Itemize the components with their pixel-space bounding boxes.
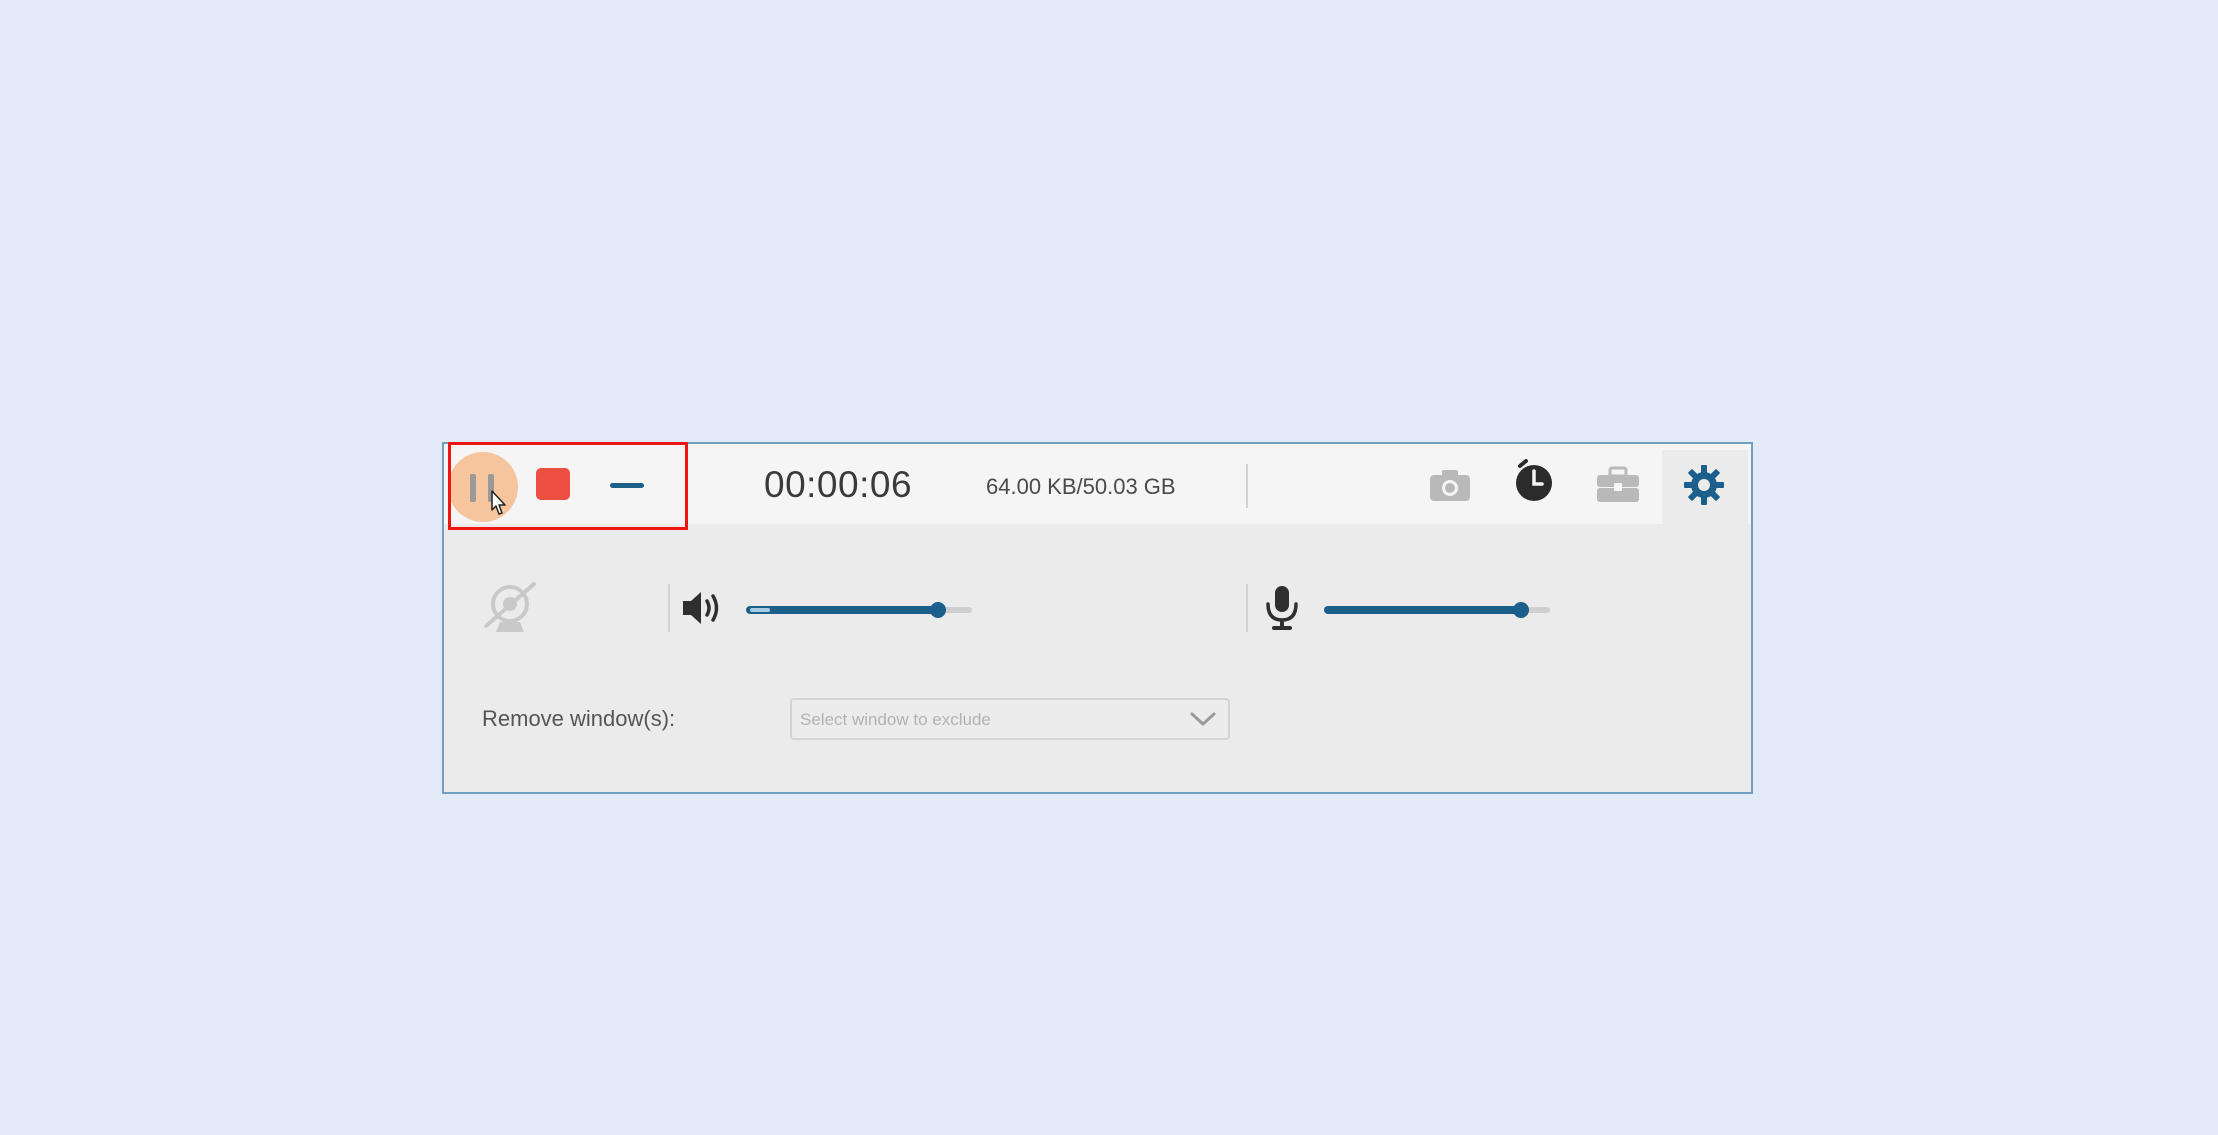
clock-icon [1516,459,1552,501]
speaker-icon[interactable] [680,588,726,628]
file-size-readout: 64.00 KB/50.03 GB [986,474,1176,499]
snapshot-button[interactable] [1426,462,1474,508]
system-volume-thumb[interactable] [930,602,946,618]
toolbox-icon [1597,466,1639,502]
system-volume-fill [746,606,938,614]
exclude-window-placeholder: Select window to exclude [800,710,991,729]
elapsed-timer: 00:00:06 [764,464,913,505]
controls-divider-right [1246,584,1248,632]
microphone-volume-fill [1324,606,1521,614]
toolbox-button[interactable] [1594,462,1642,508]
system-volume-slider[interactable] [746,594,972,624]
highlight-annotation-box [448,442,688,530]
microphone-volume-slider[interactable] [1324,594,1550,624]
recorder-toolbar: 00:00:06 64.00 KB/50.03 GB [444,442,1751,530]
gear-icon [1684,465,1724,505]
remove-windows-label: Remove window(s): [482,706,676,731]
schedule-button[interactable] [1510,458,1558,504]
exclude-window-dropdown[interactable]: Select window to exclude [790,698,1230,740]
microphone-volume-thumb[interactable] [1513,602,1529,618]
recorder-panel: 00:00:06 64.00 KB/50.03 GB Remove window… [442,442,1753,794]
settings-button[interactable] [1680,462,1728,508]
toolbar-divider [1246,464,1248,508]
system-volume-highlight [750,608,770,612]
camera-icon [1430,470,1470,501]
webcam-off-icon[interactable] [480,580,540,636]
chevron-down-icon [1190,712,1216,726]
microphone-icon[interactable] [1262,584,1302,632]
controls-divider-left [668,584,670,632]
